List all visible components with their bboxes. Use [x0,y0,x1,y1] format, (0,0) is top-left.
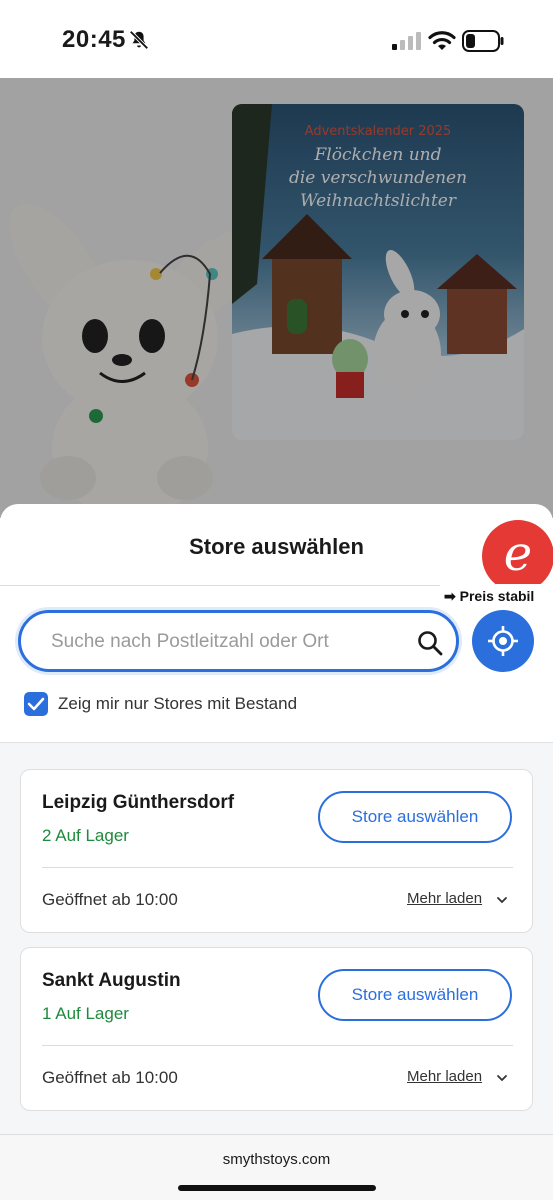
store-card: Leipzig Günthersdorf 2 Auf Lager Store a… [20,769,533,933]
store-opening-hours: Geöffnet ab 10:00 [42,1068,178,1087]
bell-slash-icon [129,30,149,50]
sheet-title: Store auswählen [189,534,364,559]
chevron-down-icon[interactable] [496,1072,508,1084]
select-store-button[interactable]: Store auswählen [318,791,512,843]
browser-url-bar[interactable]: smythstoys.com [0,1134,553,1200]
store-opening-hours: Geöffnet ab 10:00 [42,890,178,909]
store-stock-status: 2 Auf Lager [42,826,129,845]
crosshair-location-icon [488,626,518,656]
only-in-stock-checkbox[interactable] [24,692,48,716]
battery-low-icon [462,30,504,52]
checkmark-icon [27,697,45,711]
status-bar: 20:45 [0,0,553,78]
divider [42,867,513,868]
chevron-down-icon[interactable] [496,894,508,906]
modal-backdrop[interactable] [0,78,553,518]
search-icon[interactable] [416,629,444,657]
show-more-link[interactable]: Mehr laden [407,1068,482,1085]
store-name: Leipzig Günthersdorf [42,792,235,813]
select-store-button[interactable]: Store auswählen [318,969,512,1021]
product-image: Adventskalender 2025 Flöckchen und die v… [0,78,553,518]
store-selector-sheet: Store auswählen e ➡ Preis stabil Suche n… [0,504,553,1200]
only-in-stock-label[interactable]: Zeig mir nur Stores mit Bestand [58,694,297,714]
divider [42,1045,513,1046]
store-list: Leipzig Günthersdorf 2 Auf Lager Store a… [0,742,553,1134]
url-text[interactable]: smythstoys.com [0,1151,553,1168]
store-card: Sankt Augustin 1 Auf Lager Store auswähl… [20,947,533,1111]
search-input[interactable]: Suche nach Postleitzahl oder Ort [51,631,401,653]
extension-logo-icon: e [503,526,533,582]
home-indicator[interactable] [178,1185,376,1191]
price-stable-label[interactable]: ➡ Preis stabil [440,584,553,608]
use-my-location-button[interactable] [472,610,534,672]
status-time: 20:45 [62,26,126,53]
cellular-signal-icon [392,32,421,50]
show-more-link[interactable]: Mehr laden [407,890,482,907]
store-name: Sankt Augustin [42,970,181,991]
store-stock-status: 1 Auf Lager [42,1004,129,1023]
wifi-icon [428,31,456,50]
price-extension-badge[interactable]: e [482,520,553,592]
search-field[interactable]: Suche nach Postleitzahl oder Ort [18,610,459,672]
